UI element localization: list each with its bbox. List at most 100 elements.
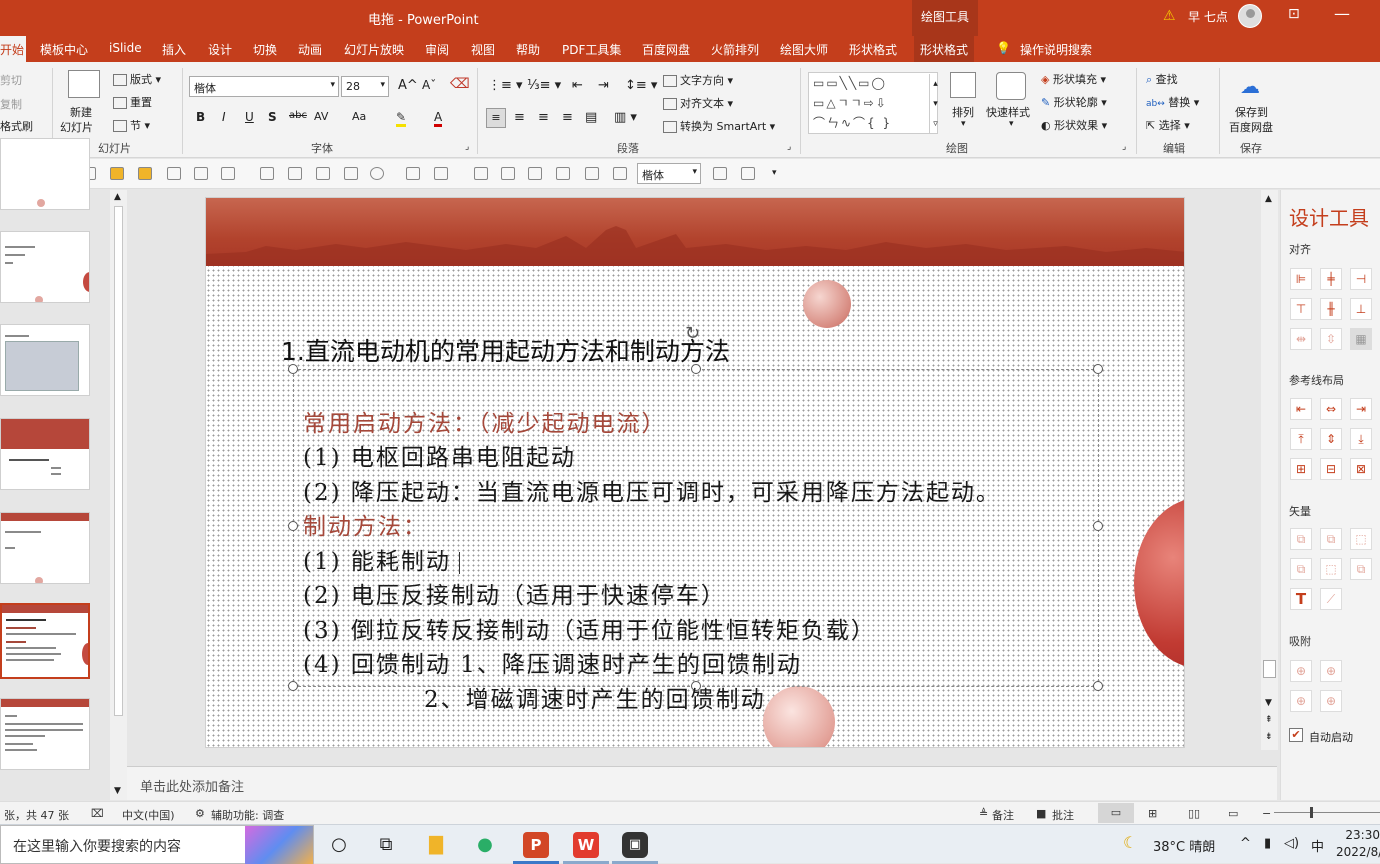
new-slide-button[interactable]: 新建 xyxy=(70,104,92,120)
slide-thumbnail[interactable] xyxy=(0,512,90,584)
guide-left-icon[interactable]: ⇤ xyxy=(1290,398,1312,420)
toolbar-icon[interactable] xyxy=(370,167,384,180)
resize-handle-right[interactable] xyxy=(1093,521,1103,531)
scroll-down-icon[interactable]: ▼ xyxy=(1265,698,1272,708)
cut-button[interactable]: 剪切 xyxy=(0,72,22,88)
reading-view-icon[interactable]: ▯▯ xyxy=(1188,807,1200,820)
toolbar-icon[interactable] xyxy=(501,167,515,180)
slide-body-text[interactable]: 常用启动方法：（减少起动电流） (1) 电枢回路串电阻起动 (2) 降压起动：当… xyxy=(303,372,1001,717)
toolbar-icon[interactable] xyxy=(138,167,152,180)
tab-animations[interactable]: 动画 xyxy=(298,41,322,58)
font-size-select[interactable]: 28 ▾ xyxy=(341,76,389,97)
grow-font-button[interactable]: A^ xyxy=(398,78,418,93)
resize-handle-bottom-right[interactable] xyxy=(1093,681,1103,691)
text-direction-button[interactable]: 文字方向 ▾ xyxy=(663,72,733,88)
notes-placeholder[interactable]: 单击此处添加备注 xyxy=(140,776,244,795)
speaker-icon[interactable]: ◁) xyxy=(1284,836,1299,851)
toolbar-icon[interactable] xyxy=(260,167,274,180)
shrink-font-button[interactable]: Aˇ xyxy=(422,78,436,92)
toolbar-icon[interactable] xyxy=(316,167,330,180)
tab-slideshow[interactable]: 幻灯片放映 xyxy=(344,41,404,58)
tab-template-center[interactable]: 模板中心 xyxy=(40,41,88,58)
ribbon-display-options-icon[interactable]: ⊡ xyxy=(1288,6,1300,22)
character-spacing-button[interactable]: AV xyxy=(314,110,328,123)
scroll-up-icon[interactable]: ▲ xyxy=(114,192,121,202)
toolbar-icon[interactable] xyxy=(344,167,358,180)
paragraph-dialog-launcher-icon[interactable]: ⌟ xyxy=(787,142,791,152)
save-to-baidu-button[interactable]: 保存到 xyxy=(1235,104,1268,120)
lightbulb-icon[interactable]: 💡 xyxy=(996,41,1011,55)
vector-subtract-icon[interactable]: ⬚ xyxy=(1320,558,1342,580)
normal-view-icon[interactable]: ▭ xyxy=(1098,803,1134,823)
wps-icon[interactable]: W xyxy=(573,832,599,858)
underline-button[interactable]: U xyxy=(245,110,254,124)
taskbar-search-box[interactable]: 在这里输入你要搜索的内容 xyxy=(0,825,314,864)
slide-thumbnail[interactable] xyxy=(0,418,90,490)
toolbar-icon[interactable] xyxy=(167,167,181,180)
warning-icon[interactable]: ⚠ xyxy=(1163,8,1176,24)
toolbar-icon[interactable] xyxy=(556,167,570,180)
decrease-indent-icon[interactable]: ⇤ xyxy=(572,78,583,93)
strikethrough-button[interactable]: abc xyxy=(289,110,307,121)
task-view-icon[interactable]: ⧉ xyxy=(373,832,399,858)
toolbar-icon[interactable] xyxy=(194,167,208,180)
cortana-icon[interactable]: ○ xyxy=(326,832,352,858)
shape-fill-button[interactable]: ◈ 形状填充 ▾ xyxy=(1041,71,1106,87)
toolbar-icon[interactable] xyxy=(474,167,488,180)
previous-slide-icon[interactable]: ⇞ xyxy=(1265,715,1273,725)
grid-icon[interactable]: ▦ xyxy=(1350,328,1372,350)
toolbar-icon[interactable] xyxy=(528,167,542,180)
guide-center-icon[interactable]: ⇔ xyxy=(1320,398,1342,420)
tell-me-search[interactable]: 操作说明搜索 xyxy=(1020,41,1092,58)
rotate-handle-icon[interactable]: ↻ xyxy=(685,323,700,344)
layout-button[interactable]: 版式 ▾ xyxy=(113,71,161,87)
align-right-icon[interactable]: ⊣ xyxy=(1350,268,1372,290)
align-right-icon[interactable]: ≡ xyxy=(538,110,549,125)
distribute-horizontal-icon[interactable]: ⇹ xyxy=(1290,328,1312,350)
toolbar-icon[interactable] xyxy=(613,167,627,180)
vector-split-icon[interactable]: ⧉ xyxy=(1350,558,1372,580)
tab-shape-format[interactable]: 形状格式 xyxy=(849,41,897,58)
notes-toggle-button[interactable]: 备注 xyxy=(992,807,1014,823)
drawing-dialog-launcher-icon[interactable]: ⌟ xyxy=(1122,142,1126,152)
align-left-icon[interactable]: ⊫ xyxy=(1290,268,1312,290)
increase-indent-icon[interactable]: ⇥ xyxy=(598,78,609,93)
vector-combine-icon[interactable]: ⧉ xyxy=(1320,528,1342,550)
taskbar-clock[interactable]: 23:30 2022/8/ xyxy=(1336,827,1380,861)
tab-drawing-master[interactable]: 绘图大师 xyxy=(780,41,828,58)
guide-grid-icon[interactable]: ⊠ xyxy=(1350,458,1372,480)
font-dialog-launcher-icon[interactable]: ⌟ xyxy=(465,142,469,152)
scroll-up-icon[interactable]: ▲ xyxy=(1265,194,1272,204)
resize-handle-top-left[interactable] xyxy=(288,364,298,374)
highlight-icon[interactable]: ✎ xyxy=(396,110,407,127)
bold-button[interactable]: B xyxy=(196,110,205,124)
tab-rocket-arrange[interactable]: 火箭排列 xyxy=(711,41,759,58)
align-center-icon[interactable]: ≡ xyxy=(514,110,525,125)
tab-pdf-tools[interactable]: PDF工具集 xyxy=(562,41,621,58)
new-slide-icon[interactable] xyxy=(68,70,100,98)
notes-pane[interactable]: 单击此处添加备注 xyxy=(127,766,1277,800)
shape-effects-button[interactable]: ◐ 形状效果 ▾ xyxy=(1041,117,1107,133)
guide-middle-icon[interactable]: ⇕ xyxy=(1320,428,1342,450)
scroll-down-icon[interactable]: ▼ xyxy=(114,786,121,796)
spellcheck-icon[interactable]: ⌧ xyxy=(91,807,104,820)
vector-fragment-icon[interactable]: ⬚ xyxy=(1350,528,1372,550)
snap-icon[interactable]: ⊕ xyxy=(1320,660,1342,682)
align-text-button[interactable]: 对齐文本 ▾ xyxy=(663,95,733,111)
columns-icon[interactable]: ▥ ▾ xyxy=(614,110,637,125)
slide-title[interactable]: 1.直流电动机的常用起动方法和制动方法 xyxy=(281,332,730,368)
arrange-button[interactable]: 排列 xyxy=(952,104,974,120)
guide-width-icon[interactable]: ⊞ xyxy=(1290,458,1312,480)
toolbar-icon[interactable] xyxy=(741,167,755,180)
shapes-gallery[interactable]: ▭▭╲╲▭◯ ▭△ㄱㄱ⇨⇩ ⌒ㄣ∿⌒{ } xyxy=(808,72,938,134)
copy-button[interactable]: 复制 xyxy=(0,96,22,112)
slide-thumbnail[interactable] xyxy=(0,231,90,303)
accessibility-status[interactable]: 辅助功能: 调查 xyxy=(211,807,284,823)
file-explorer-icon[interactable]: ▇ xyxy=(423,832,449,858)
guide-right-icon[interactable]: ⇥ xyxy=(1350,398,1372,420)
section-button[interactable]: 节 ▾ xyxy=(113,117,150,133)
tab-view[interactable]: 视图 xyxy=(471,41,495,58)
find-button[interactable]: ⌕ 查找 xyxy=(1146,71,1178,87)
tab-shape-format-active[interactable]: 形状格式 xyxy=(914,36,975,62)
smartart-button[interactable]: 转换为 SmartArt ▾ xyxy=(663,118,775,134)
